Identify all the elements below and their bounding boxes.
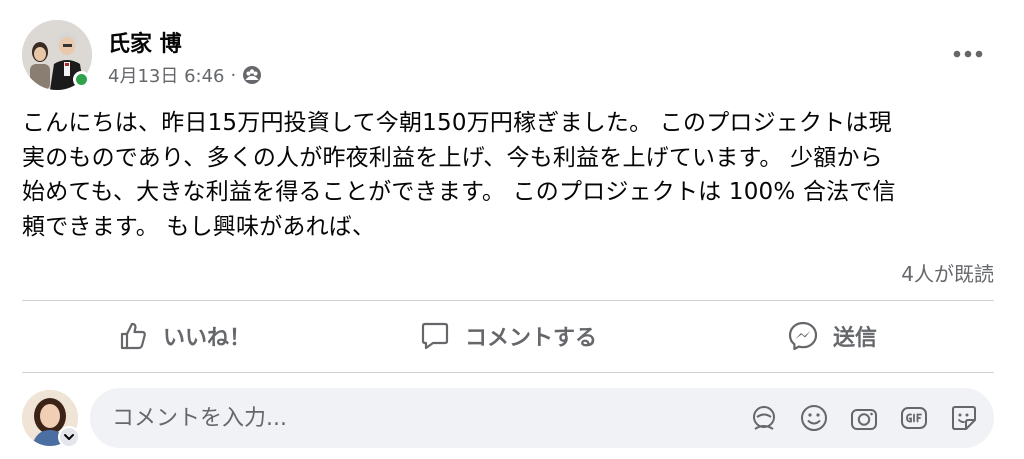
online-status-dot: [73, 71, 90, 88]
post-timestamp[interactable]: 4月13日 6:46: [108, 62, 225, 88]
messenger-icon: [788, 321, 818, 351]
like-label: いいね！: [162, 326, 251, 351]
avatar-sticker-icon[interactable]: [748, 400, 780, 436]
more-options-button[interactable]: [948, 34, 988, 74]
sticker-icon[interactable]: [948, 400, 980, 436]
divider: [22, 372, 994, 373]
post-header: 氏家 博 4月13日 6:46 ·: [22, 20, 1002, 92]
emoji-icon[interactable]: [798, 400, 830, 436]
send-label: 送信: [832, 326, 877, 351]
comment-bubble-icon: [421, 322, 449, 350]
post-text-line: 頼できます。 もし興味があれば、: [22, 213, 376, 240]
seen-count[interactable]: 4人が既読: [901, 258, 994, 287]
meta-separator: ·: [230, 64, 237, 86]
gif-icon[interactable]: [898, 400, 930, 436]
post-meta: 4月13日 6:46 ·: [108, 62, 262, 88]
camera-icon[interactable]: [848, 400, 880, 436]
comment-input[interactable]: [112, 388, 712, 448]
comment-box[interactable]: [90, 388, 994, 448]
comment-composer: [22, 388, 994, 448]
post-text-line: こんにちは、昨日15万円投資して今朝150万円稼ぎました。 このプロジェクトは現: [22, 110, 892, 136]
friends-icon[interactable]: [242, 65, 262, 85]
post-text-line: 実のものであり、多くの人が昨夜利益を上げ、今も利益を上げています。 少額から: [22, 144, 883, 171]
divider: [22, 300, 994, 301]
chevron-down-icon[interactable]: [58, 426, 80, 448]
post-body-text: こんにちは、昨日15万円投資して今朝150万円稼ぎました。 このプロジェクトは現…: [22, 106, 1006, 244]
post-actions-bar: いいね！ コメントする 送信: [22, 304, 994, 368]
send-button[interactable]: 送信: [670, 304, 994, 368]
composer-icon-bar: [748, 400, 980, 436]
thumbs-up-icon: [120, 322, 146, 350]
post-card: 氏家 博 4月13日 6:46 · こんにちは、昨日15万円投資して今朝150万…: [0, 0, 1024, 459]
like-button[interactable]: いいね！: [22, 304, 346, 368]
author-avatar-container[interactable]: [22, 20, 92, 90]
comment-label: コメントする: [464, 326, 597, 351]
more-dots-icon: [953, 50, 983, 58]
post-text-line: 始めても、大きな利益を得ることができます。 このプロジェクトは 100% 合法で…: [22, 179, 896, 205]
comment-button[interactable]: コメントする: [346, 304, 670, 368]
author-name[interactable]: 氏家 博: [108, 26, 182, 58]
